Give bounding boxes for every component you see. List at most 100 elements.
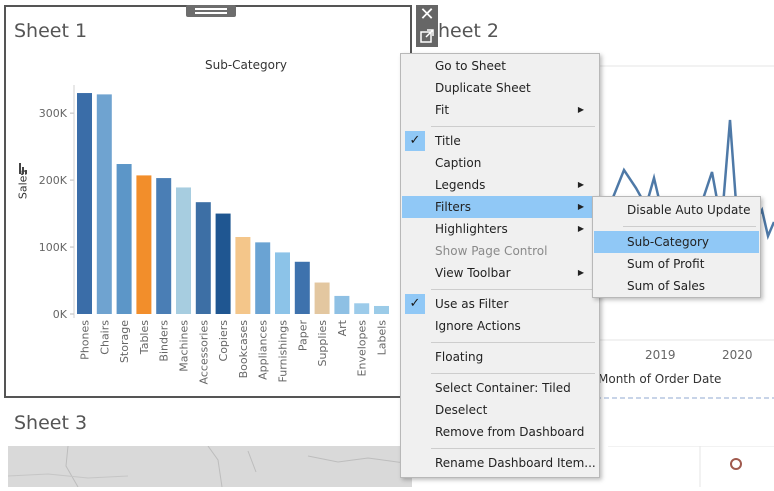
menu-separator: [623, 226, 756, 227]
x-tick-label: Binders: [158, 320, 171, 362]
menu-separator: [431, 125, 595, 127]
menu-item-highlighters[interactable]: Highlighters ▶: [402, 218, 598, 240]
menu-item-label: Deselect: [435, 403, 488, 417]
x-tick-label: Phones: [79, 320, 92, 360]
menu-item-label: Title: [435, 134, 461, 148]
menu-separator: [431, 341, 595, 343]
menu-item-floating[interactable]: Floating: [402, 346, 598, 368]
x-tick-label: Appliances: [257, 320, 270, 380]
submenu-item-disable-auto-update[interactable]: Disable Auto Update: [594, 199, 759, 221]
sort-icon[interactable]: [18, 160, 28, 174]
menu-item-label: Filters: [435, 200, 471, 214]
bar-machines[interactable]: [176, 187, 191, 314]
submenu-arrow-icon: ▶: [577, 105, 584, 114]
menu-item-label: Sub-Category: [627, 235, 709, 249]
menu-item-title[interactable]: ✓ Title: [402, 130, 598, 152]
menu-item-use-as-filter[interactable]: ✓ Use as Filter: [402, 293, 598, 315]
bar-supplies[interactable]: [314, 282, 330, 314]
menu-item-view-toolbar[interactable]: View Toolbar ▶: [402, 262, 598, 284]
close-icon[interactable]: ✕: [416, 5, 438, 25]
bar-paper[interactable]: [294, 261, 310, 314]
submenu-item-sub-category[interactable]: Sub-Category: [594, 231, 759, 253]
filters-submenu: Disable Auto Update Sub-Category Sum of Pr…: [592, 196, 761, 298]
bar-accessories[interactable]: [195, 202, 211, 314]
scatter-point: [730, 458, 742, 470]
bar-appliances[interactable]: [255, 242, 271, 314]
sheet2-xaxis-label: Month of Order Date: [598, 372, 722, 386]
bar-storage[interactable]: [116, 164, 132, 314]
menu-item-label: Use as Filter: [435, 297, 509, 311]
x-tick-label: Storage: [118, 320, 131, 363]
menu-item-label: Show Page Control: [435, 244, 548, 258]
y-tick-label: 100K: [39, 241, 68, 254]
menu-item-label: Disable Auto Update: [627, 203, 751, 217]
sheet2-xtick-2020: 2020: [722, 348, 753, 362]
x-tick-label: Machines: [178, 320, 191, 372]
x-tick-label: Chairs: [98, 320, 111, 355]
menu-item-label: Fit: [435, 103, 450, 117]
menu-item-caption[interactable]: Caption: [402, 152, 598, 174]
x-tick-label: Labels: [376, 320, 389, 356]
x-tick-label: Furnishings: [277, 320, 290, 383]
sheet4-panel[interactable]: [608, 445, 774, 487]
y-tick-label: 0K: [53, 308, 68, 321]
submenu-arrow-icon: ▶: [577, 224, 584, 233]
x-tick-label: Paper: [296, 320, 309, 352]
bar-furnishings[interactable]: [275, 252, 290, 314]
popout-icon[interactable]: [416, 25, 438, 47]
menu-item-label: Remove from Dashboard: [435, 425, 585, 439]
bar-art[interactable]: [334, 295, 350, 314]
menu-item-show-page-control: Show Page Control: [402, 240, 598, 262]
menu-item-label: Highlighters: [435, 222, 508, 236]
submenu-arrow-icon: ▶: [577, 202, 584, 211]
y-tick-label: 200K: [39, 174, 68, 187]
menu-separator: [431, 447, 595, 449]
map-outline: [7, 445, 413, 488]
menu-item-deselect[interactable]: Deselect: [402, 399, 598, 421]
x-tick-label: Tables: [138, 320, 151, 355]
sheet2-xtick-2019: 2019: [645, 348, 676, 362]
menu-separator: [431, 372, 595, 374]
menu-item-label: Rename Dashboard Item...: [435, 456, 596, 470]
menu-item-label: View Toolbar: [435, 266, 511, 280]
x-tick-label: Art: [336, 319, 349, 336]
bar-tables[interactable]: [136, 175, 152, 314]
sheet3-title: Sheet 3: [14, 412, 88, 434]
menu-item-fit[interactable]: Fit ▶: [402, 99, 598, 121]
checkmark-icon: ✓: [405, 131, 425, 151]
bar-chairs[interactable]: [96, 94, 112, 315]
bar-bookcases[interactable]: [235, 237, 251, 314]
bar-binders[interactable]: [156, 178, 172, 314]
bar-copiers[interactable]: [215, 213, 231, 314]
submenu-arrow-icon: ▶: [577, 180, 584, 189]
menu-item-ignore-actions[interactable]: Ignore Actions: [402, 315, 598, 337]
submenu-arrow-icon: ▶: [577, 268, 584, 277]
menu-item-duplicate-sheet[interactable]: Duplicate Sheet: [402, 77, 598, 99]
menu-item-label: Go to Sheet: [435, 59, 507, 73]
menu-item-label: Select Container: Tiled: [435, 381, 571, 395]
menu-separator: [431, 288, 595, 290]
scatter-area: [608, 445, 774, 487]
x-tick-label: Bookcases: [237, 320, 250, 379]
menu-item-legends[interactable]: Legends ▶: [402, 174, 598, 196]
submenu-item-sum-of-sales[interactable]: Sum of Sales: [594, 275, 759, 297]
menu-item-label: Ignore Actions: [435, 319, 521, 333]
bar-phones[interactable]: [77, 93, 92, 314]
bar-envelopes[interactable]: [354, 303, 370, 314]
menu-item-rename-dashboard-item[interactable]: Rename Dashboard Item...: [402, 452, 598, 474]
x-tick-label: Envelopes: [356, 320, 369, 377]
menu-item-go-to-sheet[interactable]: Go to Sheet: [402, 55, 598, 77]
menu-item-label: Sum of Sales: [627, 279, 706, 293]
checkmark-icon: ✓: [405, 294, 425, 314]
menu-item-label: Sum of Profit: [627, 257, 705, 271]
menu-item-label: Floating: [435, 350, 484, 364]
menu-item-filters[interactable]: Filters ▶: [402, 196, 598, 218]
menu-item-remove-from-dashboard[interactable]: Remove from Dashboard: [402, 421, 598, 443]
submenu-item-sum-of-profit[interactable]: Sum of Profit: [594, 253, 759, 275]
context-menu: Go to Sheet Duplicate Sheet Fit ▶ ✓ Title Capt…: [400, 53, 600, 478]
sheet3-map[interactable]: [7, 445, 413, 488]
bar-labels[interactable]: [374, 305, 389, 314]
menu-item-select-container-tiled[interactable]: Select Container: Tiled: [402, 377, 598, 399]
x-tick-label: Supplies: [316, 320, 329, 367]
y-tick-label: 300K: [39, 107, 68, 120]
